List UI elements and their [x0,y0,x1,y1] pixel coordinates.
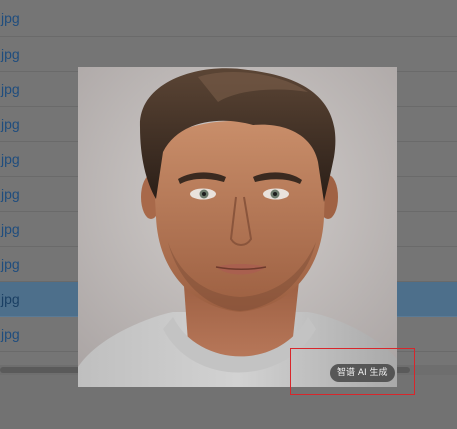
file-name[interactable]: jpg [1,221,20,237]
file-name[interactable]: jpg [1,81,20,97]
highlight-box [290,348,415,395]
file-name[interactable]: jpg [1,326,20,342]
file-name[interactable]: jpg [1,291,20,307]
file-name[interactable]: jpg [1,116,20,132]
image-preview: 智谱 AI 生成 [78,67,397,387]
file-name[interactable]: jpg [1,256,20,272]
file-name[interactable]: jpg [1,151,20,167]
file-name[interactable]: jpg [1,10,20,26]
file-row[interactable]: jpg [0,0,457,37]
file-name[interactable]: jpg [1,46,20,62]
file-name[interactable]: jpg [1,186,20,202]
portrait-image [78,67,397,387]
